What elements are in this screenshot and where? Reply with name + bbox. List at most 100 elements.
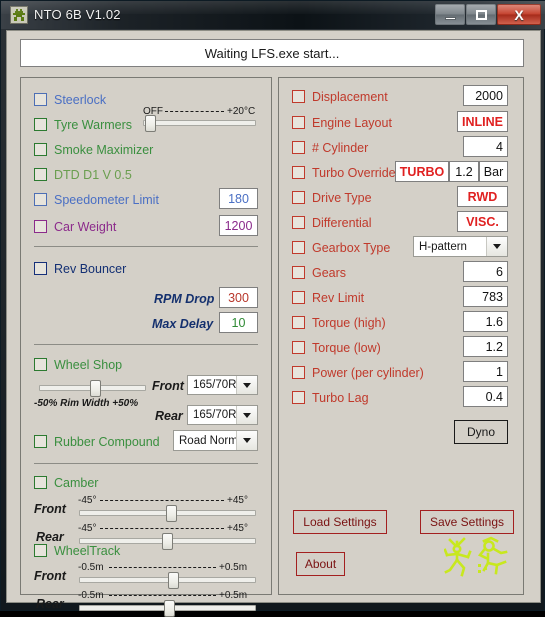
label-rev-limit: Rev Limit: [312, 291, 365, 305]
label-power-per-cylinder: Power (per cylinder): [312, 366, 424, 380]
input-power-per-cylinder[interactable]: 1: [463, 361, 508, 382]
save-settings-button[interactable]: Save Settings: [420, 510, 514, 534]
input-gears[interactable]: 6: [463, 261, 508, 282]
label-front-tyre: Front: [152, 379, 184, 393]
label-engine-layout: Engine Layout: [312, 116, 392, 130]
rim-width-slider[interactable]: [39, 380, 146, 397]
slider-thumb[interactable]: [167, 572, 179, 589]
label-torque-low: Torque (low): [312, 341, 381, 355]
slider-thumb[interactable]: [163, 600, 175, 617]
input-turbo-lag[interactable]: 0.4: [463, 386, 508, 407]
checkbox-wheel-shop[interactable]: [34, 358, 47, 371]
slider-thumb[interactable]: [145, 115, 157, 132]
checkbox-torque-low[interactable]: [292, 341, 305, 354]
checkbox-camber[interactable]: [34, 476, 47, 489]
label-wheel-shop: Wheel Shop: [54, 358, 123, 372]
dyno-button[interactable]: Dyno: [454, 420, 508, 444]
input-drive-type[interactable]: RWD: [457, 186, 508, 207]
title-bar[interactable]: NTO 6B V1.02 X: [1, 1, 545, 29]
left-options-panel: Steerlock Tyre Warmers OFF +20°C Smoke M…: [20, 77, 272, 617]
checkbox-speedometer-limit[interactable]: [34, 193, 47, 206]
checkbox-rev-bouncer[interactable]: [34, 262, 47, 275]
slider-track: [143, 120, 256, 126]
checkbox-cylinder-count[interactable]: [292, 141, 305, 154]
checkbox-rubber-compound[interactable]: [34, 435, 47, 448]
input-torque-low[interactable]: 1.2: [463, 336, 508, 357]
checkbox-displacement[interactable]: [292, 90, 305, 103]
checkbox-differential[interactable]: [292, 216, 305, 229]
select-front-tyre[interactable]: 165/70R10: [187, 375, 258, 395]
select-gearbox-type[interactable]: H-pattern: [413, 236, 508, 257]
load-settings-button[interactable]: Load Settings: [293, 510, 387, 534]
label-steerlock: Steerlock: [54, 93, 107, 107]
input-max-delay[interactable]: 10: [219, 312, 258, 333]
label-turbo-lag: Turbo Lag: [312, 391, 369, 405]
slider-thumb[interactable]: [162, 533, 174, 550]
maximize-button[interactable]: [466, 4, 496, 25]
input-turbo-mode[interactable]: TURBO: [395, 161, 449, 182]
input-rev-limit[interactable]: 783: [463, 286, 508, 307]
label-rear-tyre: Rear: [155, 409, 183, 423]
select-rubber-compound-value: Road Normal: [179, 434, 236, 447]
slider-thumb[interactable]: [165, 505, 177, 522]
checkbox-drive-type[interactable]: [292, 191, 305, 204]
checkbox-gears[interactable]: [292, 266, 305, 279]
divider-2: [34, 344, 258, 345]
chevron-down-icon[interactable]: [236, 376, 257, 394]
checkbox-engine-layout[interactable]: [292, 116, 305, 129]
input-differential[interactable]: VISC.: [457, 211, 508, 232]
checkbox-torque-high[interactable]: [292, 316, 305, 329]
divider-1: [34, 246, 258, 247]
about-button[interactable]: About: [296, 552, 345, 576]
close-button[interactable]: X: [497, 4, 541, 25]
label-displacement: Displacement: [312, 90, 388, 104]
chevron-down-icon[interactable]: [236, 406, 257, 424]
camber-front-dash: [100, 500, 224, 501]
tyre-warmers-dash: [165, 111, 224, 112]
input-cylinder-count[interactable]: 4: [463, 136, 508, 157]
checkbox-power-per-cylinder[interactable]: [292, 366, 305, 379]
client-area: Waiting LFS.exe start... Steerlock Tyre …: [6, 30, 541, 617]
input-displacement[interactable]: 2000: [463, 85, 508, 106]
label-camber-front: Front: [34, 502, 66, 516]
wheeltrack-rear-slider[interactable]: [79, 600, 256, 617]
label-turbo-override: Turbo Override: [312, 166, 396, 180]
select-rear-tyre-value: 165/70R10: [193, 409, 236, 421]
slider-thumb[interactable]: [90, 380, 102, 397]
input-rpm-drop[interactable]: 300: [219, 287, 258, 308]
checkbox-turbo-override[interactable]: [292, 166, 305, 179]
input-speedometer-limit[interactable]: 180: [219, 188, 258, 209]
checkbox-steerlock[interactable]: [34, 93, 47, 106]
checkbox-dtd[interactable]: [34, 168, 47, 181]
label-camber: Camber: [54, 476, 99, 490]
application-window: NTO 6B V1.02 X Waiting LFS.exe start... …: [0, 0, 545, 617]
chevron-down-icon[interactable]: [236, 431, 257, 450]
select-rubber-compound[interactable]: Road Normal: [173, 430, 258, 451]
input-torque-high[interactable]: 1.6: [463, 311, 508, 332]
tyre-warmers-slider[interactable]: [143, 115, 256, 132]
label-torque-high: Torque (high): [312, 316, 386, 330]
camber-front-slider[interactable]: [79, 505, 256, 522]
window-controls: X: [434, 4, 541, 26]
label-dtd: DTD D1 V 0.5: [54, 168, 132, 182]
checkbox-car-weight[interactable]: [34, 220, 47, 233]
checkbox-gearbox-type[interactable]: [292, 241, 305, 254]
chevron-down-icon[interactable]: [486, 237, 507, 256]
select-rear-tyre[interactable]: 165/70R10: [187, 405, 258, 425]
wheeltrack-front-dash: [109, 567, 216, 568]
label-cylinder-count: # Cylinder: [312, 141, 369, 155]
checkbox-wheeltrack[interactable]: [34, 544, 47, 557]
label-rim-width: -50% Rim Width +50%: [34, 398, 139, 409]
input-turbo-boost[interactable]: 1.2: [449, 161, 479, 182]
minimize-button[interactable]: [435, 4, 465, 25]
checkbox-smoke-maximizer[interactable]: [34, 143, 47, 156]
checkbox-tyre-warmers[interactable]: [34, 118, 47, 131]
status-bar: Waiting LFS.exe start...: [20, 39, 524, 67]
wheeltrack-front-slider[interactable]: [79, 572, 256, 589]
window-title: NTO 6B V1.02: [34, 7, 121, 22]
checkbox-turbo-lag[interactable]: [292, 391, 305, 404]
input-engine-layout[interactable]: INLINE: [457, 111, 508, 132]
input-car-weight[interactable]: 1200: [219, 215, 258, 236]
label-rev-bouncer: Rev Bouncer: [54, 262, 127, 276]
checkbox-rev-limit[interactable]: [292, 291, 305, 304]
